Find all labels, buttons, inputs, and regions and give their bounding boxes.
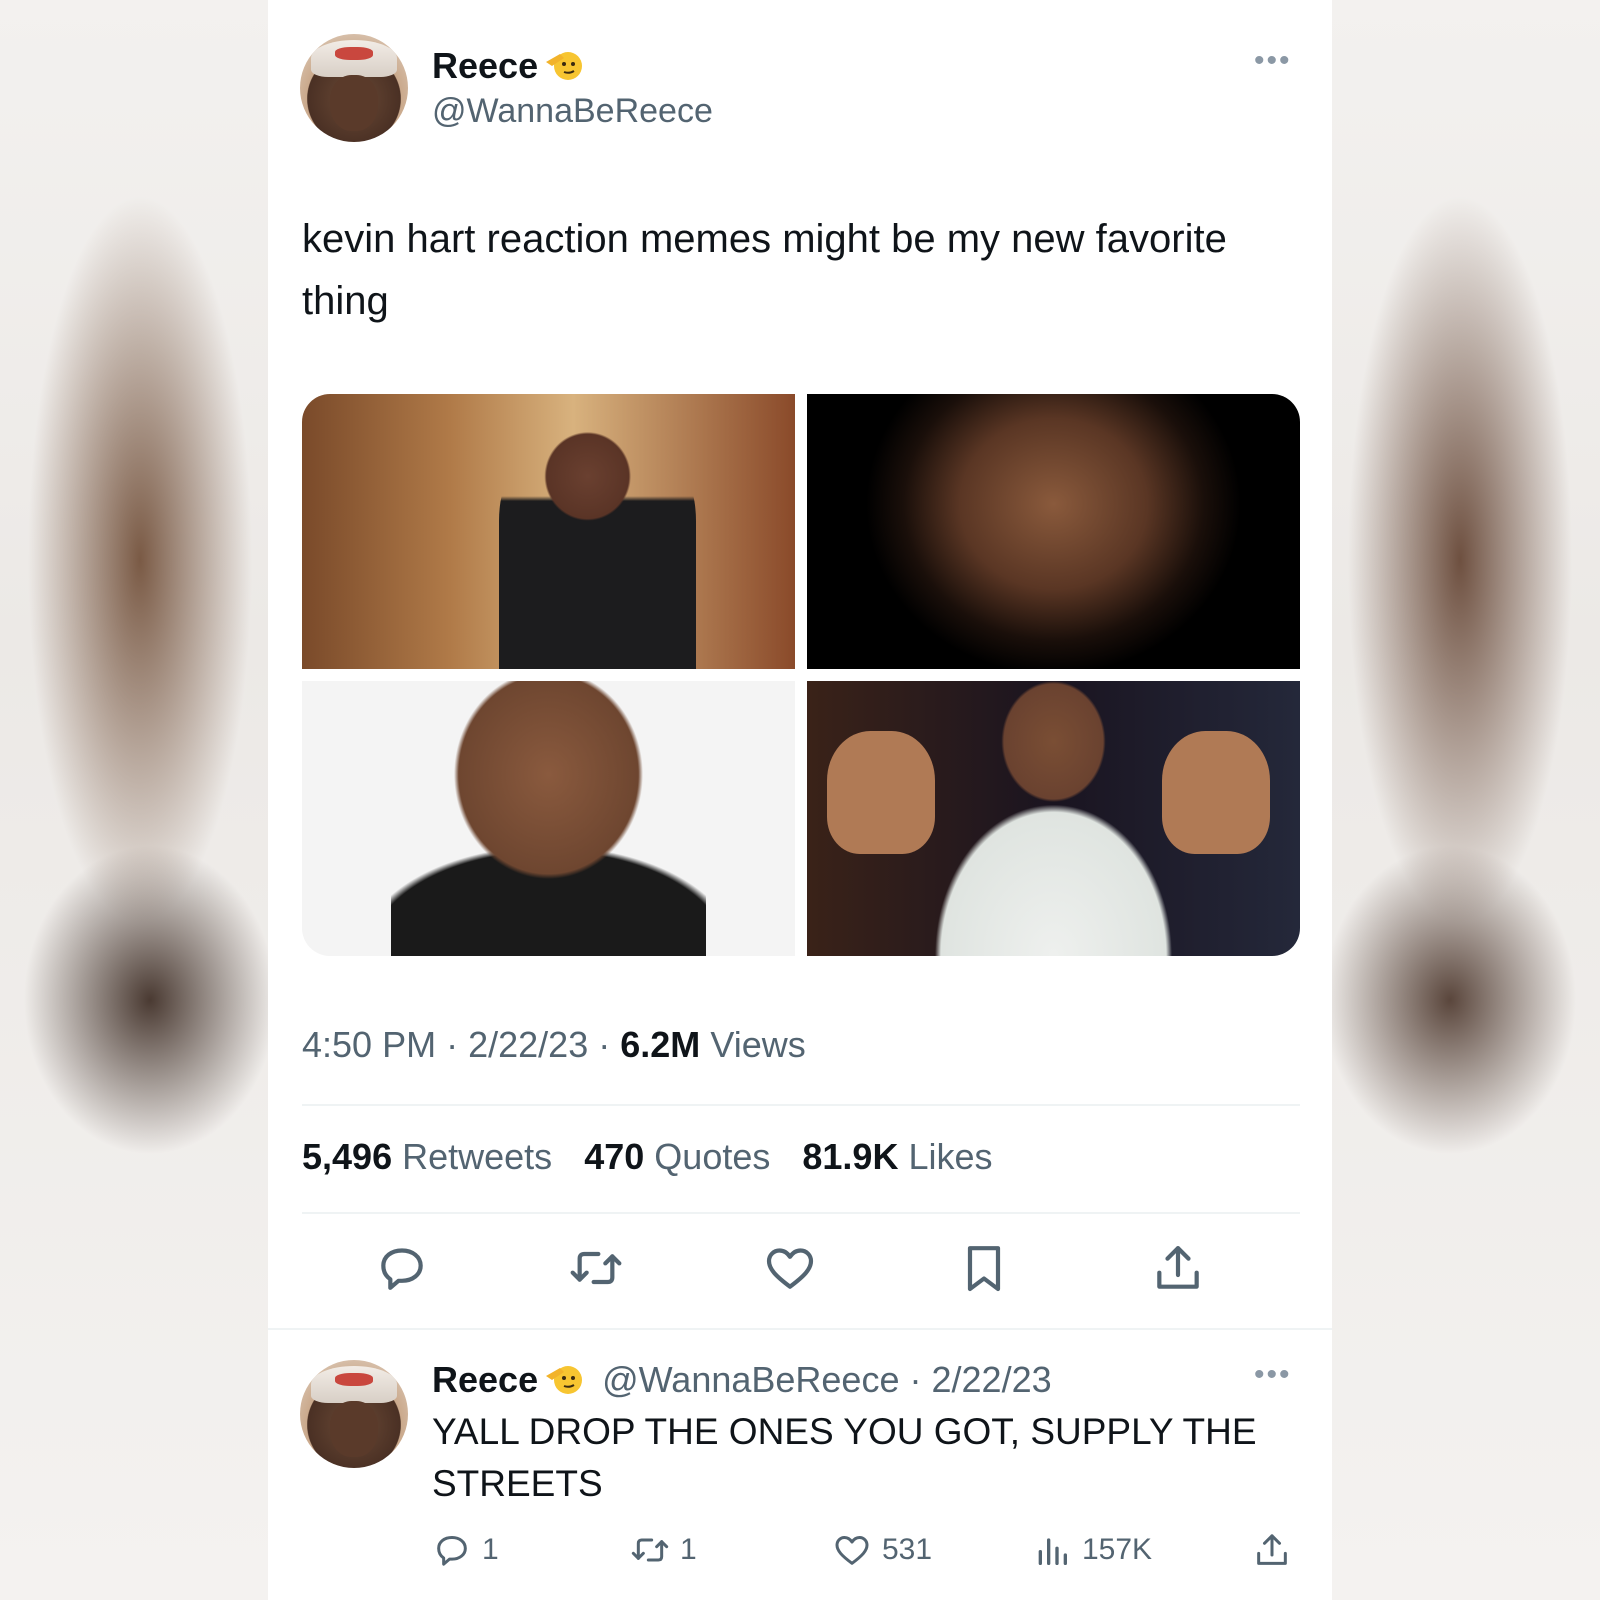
reply-author-handle[interactable]: @WannaBeReece — [602, 1359, 899, 1400]
like-icon — [835, 1536, 869, 1565]
tweet-time[interactable]: 4:50 PM — [302, 1024, 436, 1065]
retweets-label: Retweets — [402, 1136, 553, 1177]
photo-diner-booth[interactable] — [302, 394, 795, 669]
reply-header: Reece @WannaBeReece · 2/22/23 — [432, 1358, 1052, 1401]
tweet-date[interactable]: 2/22/23 — [468, 1024, 588, 1065]
person-figure — [390, 681, 707, 956]
reply-retweet-button[interactable]: 1 — [630, 1530, 697, 1570]
retweets-stat[interactable]: 5,496 Retweets — [302, 1136, 552, 1177]
like-button[interactable] — [762, 1240, 818, 1296]
reply-reply-button[interactable]: 1 — [432, 1530, 499, 1570]
views-label: Views — [710, 1024, 806, 1065]
media-grid — [302, 394, 1300, 956]
face-graphic — [330, 75, 378, 132]
divider — [302, 1212, 1300, 1214]
retweet-button[interactable] — [568, 1240, 624, 1296]
quotes-label: Quotes — [654, 1136, 771, 1177]
reply-separator: · — [909, 1359, 922, 1400]
person-figure — [935, 681, 1172, 956]
bookmark-icon — [967, 1246, 1001, 1292]
reply-button[interactable] — [374, 1240, 430, 1296]
reply-author-name[interactable]: Reece — [432, 1359, 538, 1400]
author-handle[interactable]: @WannaBeReece — [432, 92, 713, 131]
share-button[interactable] — [1150, 1240, 1206, 1296]
reply-count: 1 — [482, 1533, 499, 1566]
retweet-count: 1 — [680, 1533, 697, 1566]
share-icon — [1257, 1534, 1287, 1565]
retweet-icon — [570, 1251, 622, 1285]
quotes-count: 470 — [584, 1136, 645, 1177]
reply-more-options-icon[interactable]: ••• — [1254, 1358, 1292, 1392]
person-figure — [499, 421, 697, 669]
section-separator — [268, 1328, 1332, 1330]
likes-label: Likes — [908, 1136, 993, 1177]
reply-date[interactable]: 2/22/23 — [932, 1359, 1052, 1400]
author-name[interactable]: Reece — [432, 44, 584, 87]
cap-graphic — [310, 40, 398, 78]
action-bar — [302, 1240, 1300, 1300]
face-graphic — [330, 1401, 378, 1458]
photo-face-closeup[interactable] — [807, 394, 1300, 669]
author-avatar[interactable] — [300, 34, 408, 142]
likes-count: 81.9K — [802, 1136, 899, 1177]
saluting-face-icon — [546, 1366, 583, 1394]
views-count: 6.2M — [620, 1024, 701, 1065]
divider — [302, 1104, 1300, 1106]
reply-action-bar: 1 1 531 157K — [432, 1530, 1312, 1580]
tweet-meta: 4:50 PM · 2/22/23 · 6.2M Views — [302, 1024, 806, 1066]
meta-separator: · — [446, 1024, 459, 1065]
photo-thinking-pose[interactable] — [302, 681, 795, 956]
share-icon — [1157, 1246, 1199, 1289]
reply-share-button[interactable] — [1252, 1530, 1292, 1570]
more-options-icon[interactable]: ••• — [1254, 44, 1292, 78]
reply-views-button[interactable]: 157K — [1032, 1530, 1152, 1570]
views-icon — [1038, 1538, 1067, 1565]
cap-graphic — [310, 1366, 398, 1404]
quotes-stat[interactable]: 470 Quotes — [584, 1136, 770, 1177]
meta-separator: · — [598, 1024, 611, 1065]
photo-hands-up[interactable] — [807, 681, 1300, 956]
reply-icon — [381, 1248, 423, 1290]
retweets-count: 5,496 — [302, 1136, 393, 1177]
reply-icon — [437, 1536, 467, 1566]
retweet-icon — [631, 1538, 669, 1562]
views-count: 157K — [1082, 1533, 1153, 1566]
likes-stat[interactable]: 81.9K Likes — [802, 1136, 992, 1177]
reply-text: YALL DROP THE ONES YOU GOT, SUPPLY THE S… — [432, 1411, 1257, 1504]
like-icon — [766, 1248, 814, 1289]
engagement-stats: 5,496 Retweets 470 Quotes 81.9K Likes — [302, 1136, 1015, 1178]
hand-graphic — [826, 730, 936, 855]
hand-graphic — [1161, 730, 1271, 855]
author-name-text: Reece — [432, 45, 539, 86]
saluting-face-icon — [546, 52, 583, 80]
like-count: 531 — [882, 1533, 933, 1566]
reply-author-avatar[interactable] — [300, 1360, 408, 1468]
bookmark-button[interactable] — [956, 1240, 1012, 1296]
reply-like-button[interactable]: 531 — [832, 1530, 932, 1570]
tweet-text: kevin hart reaction memes might be my ne… — [302, 217, 1227, 323]
